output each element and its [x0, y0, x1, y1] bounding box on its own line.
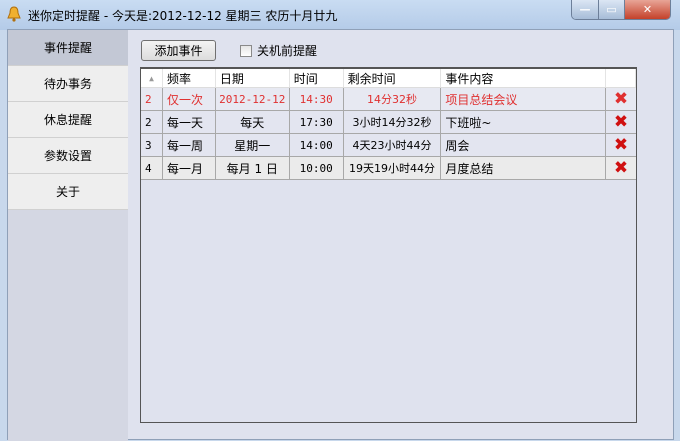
- header-time[interactable]: 时间: [290, 69, 344, 87]
- title-bar: 迷你定时提醒 - 今天是:2012-12-12 星期三 农历十月廿九 — ▭ ✕: [0, 0, 680, 30]
- row-time: 10:00: [290, 157, 344, 179]
- table-row[interactable]: 4 每一月 每月 1 日 10:00 19天19小时44分 月度总结 ✖: [141, 157, 636, 180]
- row-remaining: 3小时14分32秒: [344, 111, 442, 133]
- row-content: 周会: [441, 134, 607, 156]
- maximize-button[interactable]: ▭: [599, 0, 625, 19]
- row-time: 14:30: [290, 88, 344, 110]
- delete-icon[interactable]: ✖: [606, 157, 636, 179]
- row-date: 星期一: [216, 134, 290, 156]
- row-time: 14:00: [290, 134, 344, 156]
- row-frequency: 每一周: [163, 134, 216, 156]
- row-date: 每月 1 日: [216, 157, 290, 179]
- sort-arrow-icon[interactable]: ▲: [141, 69, 163, 87]
- row-frequency: 仅一次: [163, 88, 216, 110]
- sidebar-item-event-reminder[interactable]: 事件提醒: [8, 30, 128, 66]
- row-remaining: 14分32秒: [344, 88, 442, 110]
- close-button[interactable]: ✕: [625, 0, 670, 19]
- header-action: [606, 69, 636, 87]
- row-date: 2012-12-12: [216, 88, 290, 110]
- delete-icon[interactable]: ✖: [606, 111, 636, 133]
- sidebar-item-rest-reminder[interactable]: 休息提醒: [8, 102, 128, 138]
- table-row[interactable]: 2 每一天 每天 17:30 3小时14分32秒 下班啦~ ✖: [141, 111, 636, 134]
- delete-icon[interactable]: ✖: [606, 134, 636, 156]
- row-id: 3: [141, 134, 163, 156]
- row-id: 2: [141, 111, 163, 133]
- add-event-button[interactable]: 添加事件: [141, 40, 216, 61]
- row-remaining: 19天19小时44分: [344, 157, 442, 179]
- shutdown-reminder-checkbox[interactable]: 关机前提醒: [240, 42, 317, 59]
- row-frequency: 每一天: [163, 111, 216, 133]
- header-frequency[interactable]: 频率: [163, 69, 216, 87]
- bell-icon: [7, 6, 21, 22]
- row-remaining: 4天23小时44分: [344, 134, 442, 156]
- header-remaining[interactable]: 剩余时间: [344, 69, 442, 87]
- row-content: 月度总结: [441, 157, 607, 179]
- sidebar: 事件提醒 待办事务 休息提醒 参数设置 关于: [8, 30, 128, 441]
- shutdown-reminder-label: 关机前提醒: [257, 44, 318, 58]
- sidebar-item-about[interactable]: 关于: [8, 174, 128, 210]
- client-area: 事件提醒 待办事务 休息提醒 参数设置 关于 添加事件 关机前提醒 ▲ 频率 日…: [7, 29, 674, 441]
- table-row[interactable]: 3 每一周 星期一 14:00 4天23小时44分 周会 ✖: [141, 134, 636, 157]
- checkbox-box[interactable]: [240, 44, 252, 57]
- row-content: 下班啦~: [441, 111, 607, 133]
- row-time: 17:30: [290, 111, 344, 133]
- header-content[interactable]: 事件内容: [441, 69, 607, 87]
- table-row[interactable]: 2 仅一次 2012-12-12 14:30 14分32秒 项目总结会议 ✖: [141, 88, 636, 111]
- row-id: 2: [141, 88, 163, 110]
- window-title: 迷你定时提醒 - 今天是:2012-12-12 星期三 农历十月廿九: [28, 9, 338, 23]
- row-content: 项目总结会议: [441, 88, 607, 110]
- row-frequency: 每一月: [163, 157, 216, 179]
- events-table: ▲ 频率 日期 时间 剩余时间 事件内容 2 仅一次 2012-12-12 14…: [140, 67, 637, 423]
- delete-icon[interactable]: ✖: [606, 88, 636, 110]
- minimize-button[interactable]: —: [572, 0, 599, 19]
- sidebar-item-settings[interactable]: 参数设置: [8, 138, 128, 174]
- row-date: 每天: [216, 111, 290, 133]
- header-date[interactable]: 日期: [216, 69, 290, 87]
- sidebar-item-todo[interactable]: 待办事务: [8, 66, 128, 102]
- table-header: ▲ 频率 日期 时间 剩余时间 事件内容: [141, 69, 636, 88]
- row-id: 4: [141, 157, 163, 179]
